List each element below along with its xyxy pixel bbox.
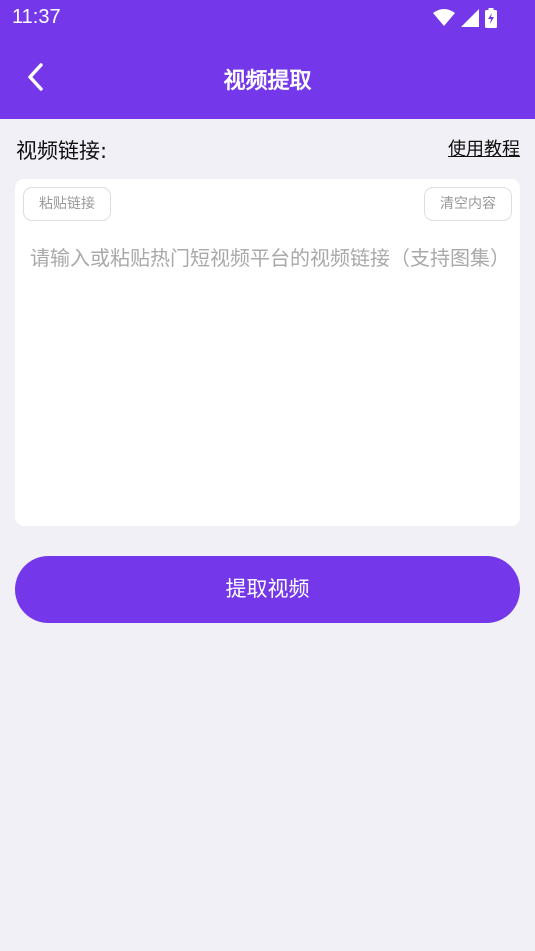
battery-charging-icon [485, 8, 497, 28]
status-icons [433, 7, 497, 29]
app-bar: 视频提取 [0, 37, 535, 119]
paste-link-button[interactable]: 粘贴链接 [23, 187, 111, 221]
video-link-input[interactable] [30, 245, 505, 515]
clear-content-button[interactable]: 清空内容 [424, 187, 512, 221]
tutorial-link[interactable]: 使用教程 [448, 135, 520, 161]
status-time: 11:37 [12, 6, 61, 28]
link-input-card: 粘贴链接 清空内容 [15, 179, 520, 526]
wifi-icon [433, 9, 455, 26]
signal-icon [461, 9, 479, 27]
page-title: 视频提取 [223, 69, 312, 94]
video-link-label: 视频链接: [16, 139, 108, 163]
status-bar: 11:37 [0, 0, 535, 37]
extract-video-button[interactable]: 提取视频 [15, 556, 520, 623]
